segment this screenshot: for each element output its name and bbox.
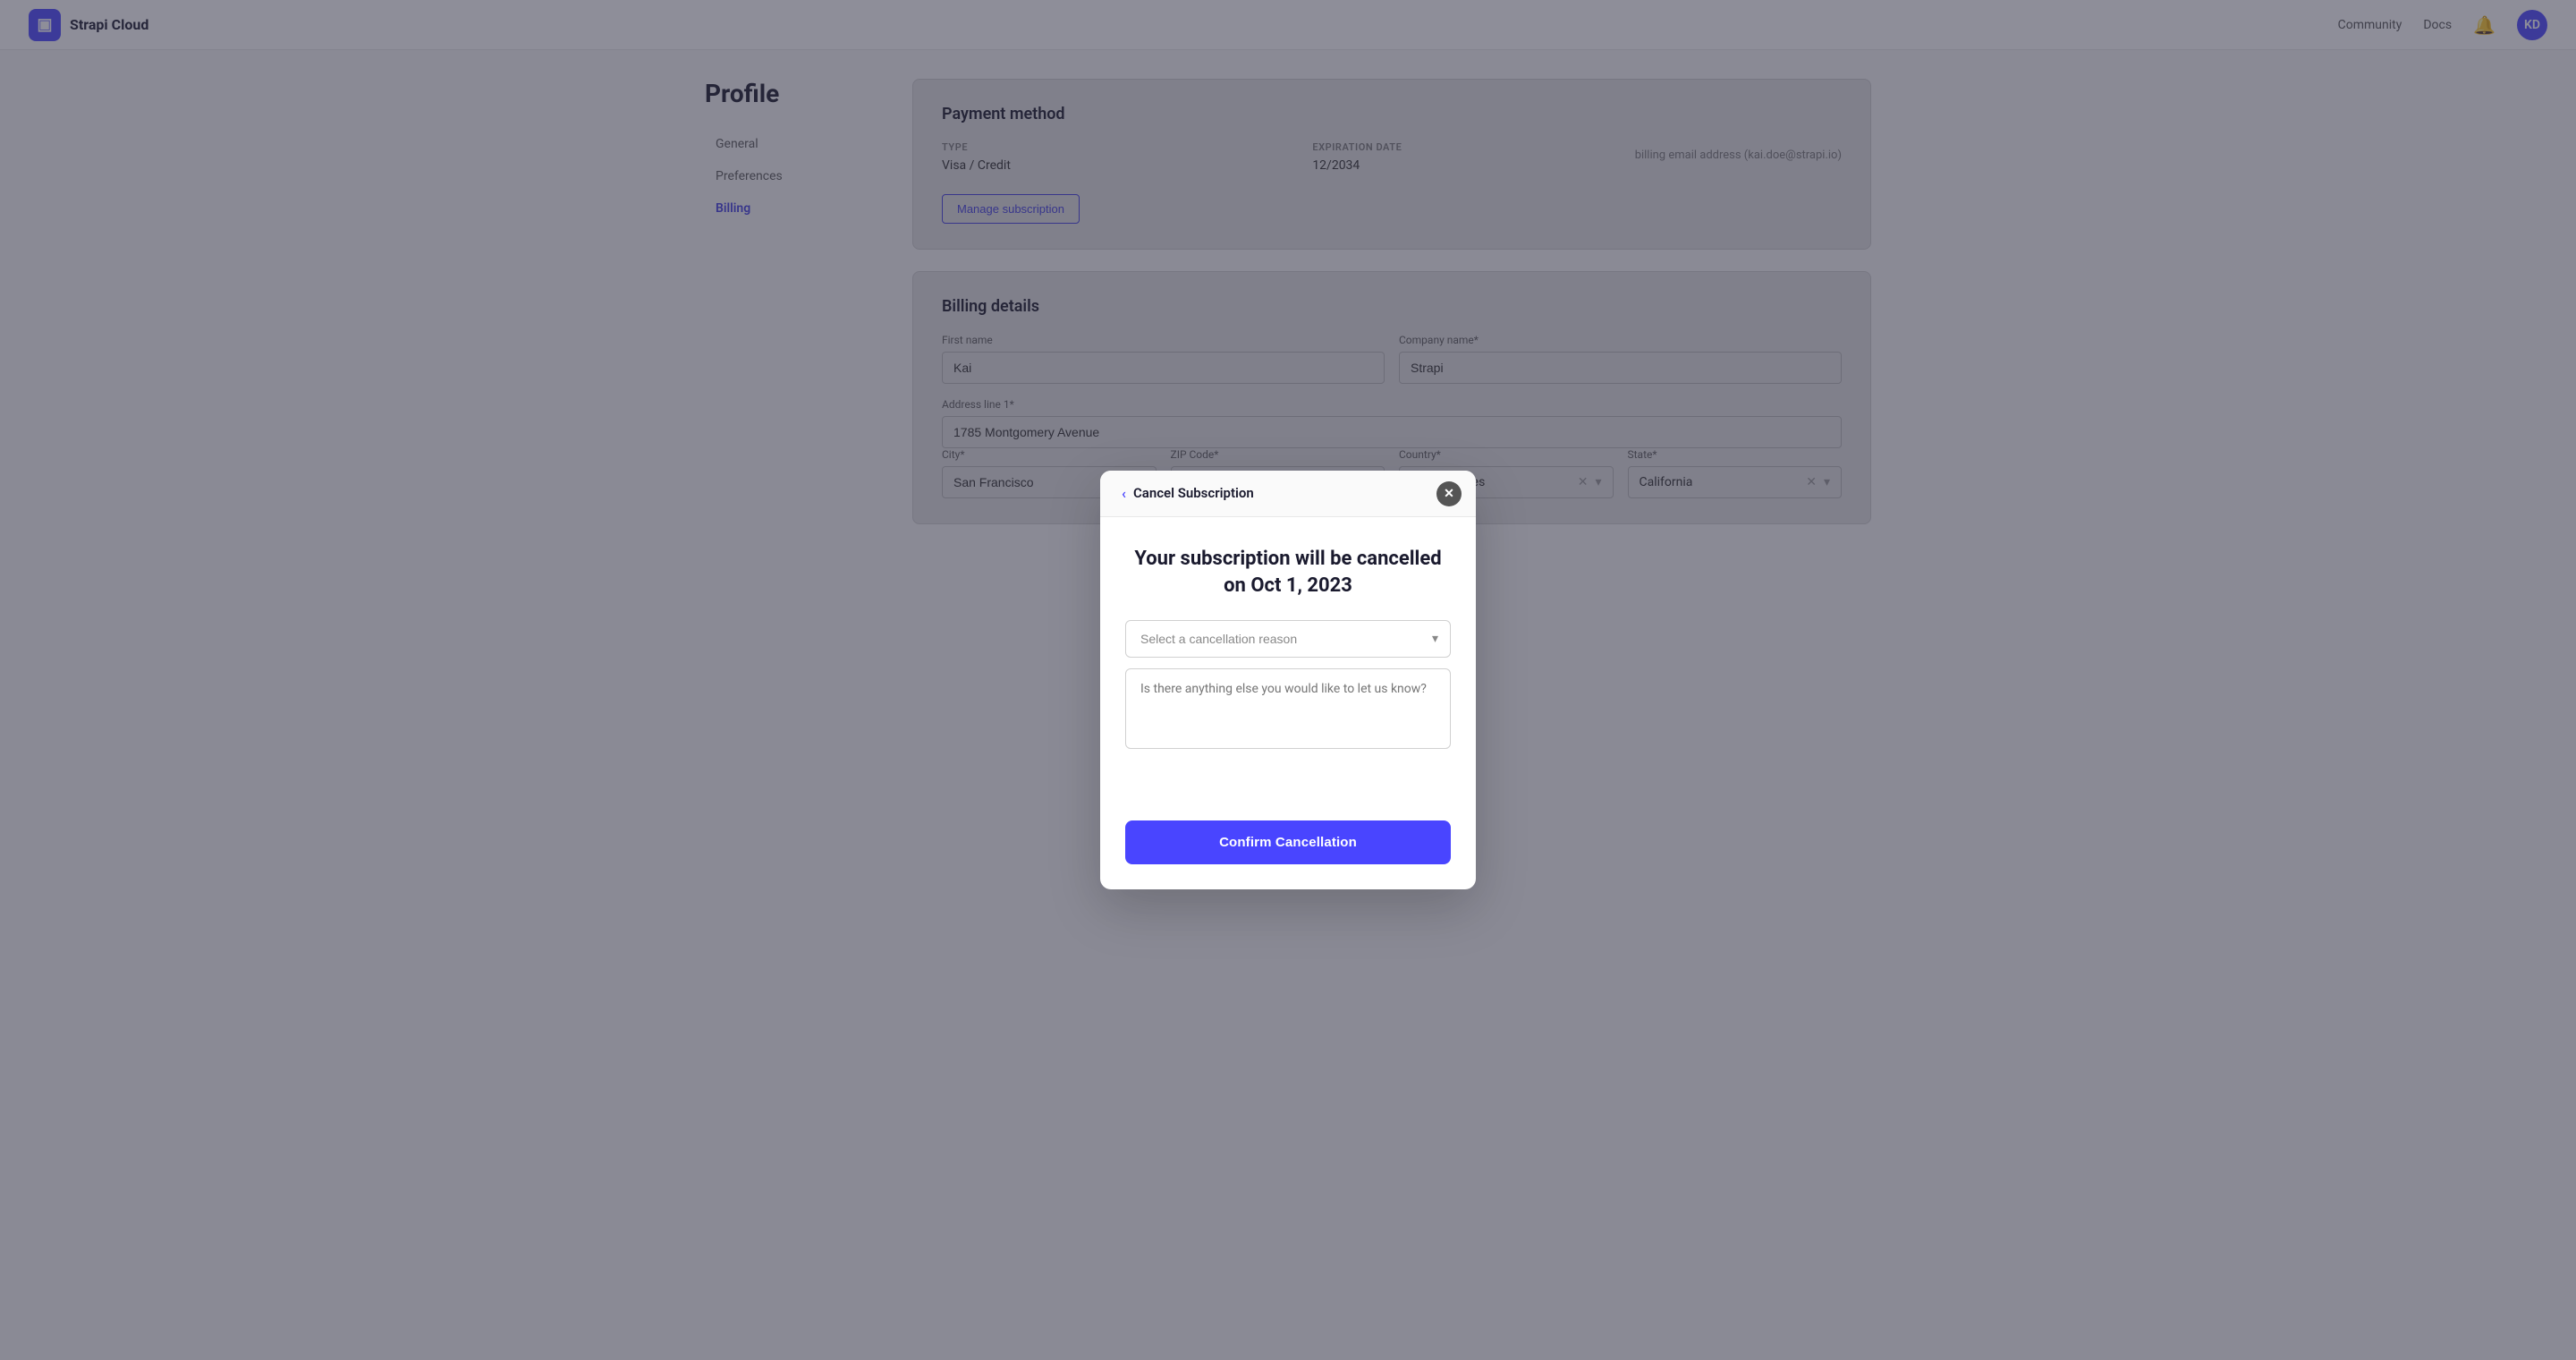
modal-close-button[interactable]: ✕ xyxy=(1436,481,1462,506)
modal-header: ‹ Cancel Subscription xyxy=(1100,471,1476,517)
additional-feedback-textarea[interactable] xyxy=(1125,668,1451,749)
cancellation-reason-wrapper: Select a cancellation reason Too expensi… xyxy=(1125,620,1451,658)
confirm-cancellation-button[interactable]: Confirm Cancellation xyxy=(1125,820,1451,864)
modal-overlay: ‹ Cancel Subscription ✕ Your subscriptio… xyxy=(0,0,2576,1360)
back-icon[interactable]: ‹ xyxy=(1122,485,1126,502)
modal-body: Your subscription will be cancelled on O… xyxy=(1100,517,1476,806)
modal-headline: Your subscription will be cancelled on O… xyxy=(1125,546,1451,599)
modal-footer: Confirm Cancellation xyxy=(1100,806,1476,889)
cancel-subscription-modal: ‹ Cancel Subscription ✕ Your subscriptio… xyxy=(1100,471,1476,889)
cancellation-reason-select[interactable]: Select a cancellation reason Too expensi… xyxy=(1125,620,1451,658)
modal-header-title: Cancel Subscription xyxy=(1133,485,1254,501)
